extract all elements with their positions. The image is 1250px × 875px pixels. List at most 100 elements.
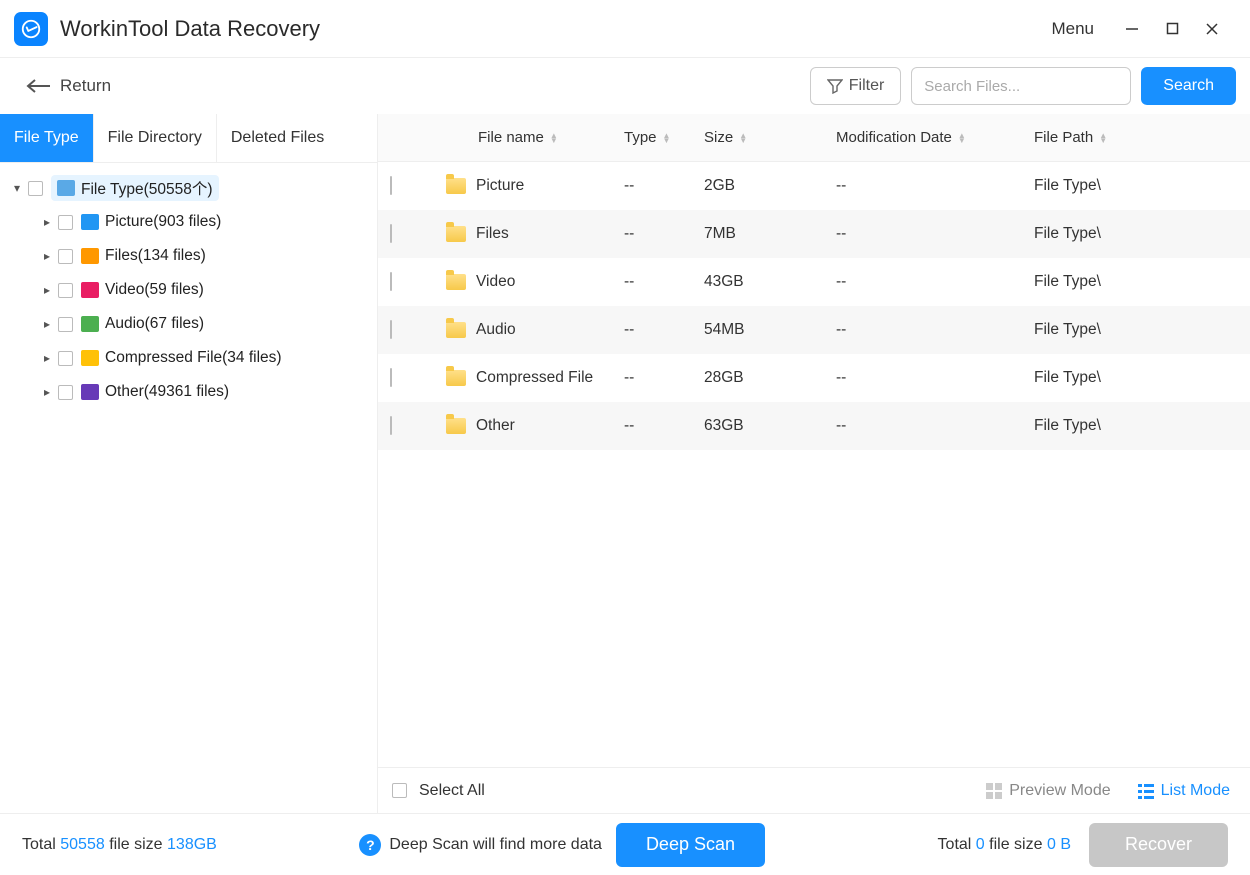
minimize-button[interactable] — [1112, 22, 1152, 36]
checkbox[interactable] — [390, 224, 392, 243]
menu-button[interactable]: Menu — [1051, 19, 1094, 39]
chevron-down-icon[interactable]: ▾ — [10, 181, 24, 195]
footer-selection-total: Total 0 file size 0 B — [938, 836, 1071, 854]
col-header-type[interactable]: Type ▲▼ — [612, 129, 692, 146]
grid-icon — [985, 782, 1003, 800]
cell-size: 28GB — [692, 369, 824, 387]
chevron-right-icon[interactable]: ▸ — [40, 215, 54, 229]
folder-icon — [446, 226, 466, 242]
checkbox[interactable] — [58, 351, 73, 366]
cell-name: Video — [476, 273, 515, 291]
sort-icon: ▲▼ — [1099, 133, 1107, 143]
sort-icon: ▲▼ — [550, 133, 558, 143]
recover-button[interactable]: Recover — [1089, 823, 1228, 867]
tab-file-type[interactable]: File Type — [0, 114, 94, 162]
cell-name: Picture — [476, 177, 524, 195]
tree-item-label: Other(49361 files) — [105, 383, 229, 401]
folder-icon — [446, 274, 466, 290]
checkbox[interactable] — [390, 416, 392, 435]
checkbox[interactable] — [58, 215, 73, 230]
sort-icon: ▲▼ — [663, 133, 671, 143]
tree-item[interactable]: ▸Picture(903 files) — [6, 205, 377, 239]
search-button[interactable]: Search — [1141, 67, 1236, 105]
list-mode-button[interactable]: List Mode — [1137, 782, 1230, 800]
sort-icon: ▲▼ — [739, 133, 747, 143]
cell-name: Compressed File — [476, 369, 593, 387]
checkbox[interactable] — [58, 249, 73, 264]
close-button[interactable] — [1192, 22, 1232, 36]
deep-scan-button[interactable]: Deep Scan — [616, 823, 765, 867]
select-all-label: Select All — [419, 782, 485, 800]
col-header-path-label: File Path — [1034, 129, 1093, 146]
sort-icon: ▲▼ — [958, 133, 966, 143]
chevron-right-icon[interactable]: ▸ — [40, 283, 54, 297]
folder-icon — [446, 178, 466, 194]
col-header-path[interactable]: File Path ▲▼ — [1022, 129, 1250, 146]
category-icon — [81, 282, 99, 298]
col-header-size-label: Size — [704, 129, 733, 146]
category-icon — [81, 350, 99, 366]
col-header-name[interactable]: File name ▲▼ — [434, 129, 612, 146]
chevron-right-icon[interactable]: ▸ — [40, 351, 54, 365]
checkbox[interactable] — [58, 317, 73, 332]
filter-button[interactable]: Filter — [810, 67, 902, 105]
tree-item-label: Files(134 files) — [105, 247, 206, 265]
cell-size: 43GB — [692, 273, 824, 291]
chevron-right-icon[interactable]: ▸ — [40, 385, 54, 399]
cell-path: File Type\ — [1022, 273, 1250, 291]
tree-item[interactable]: ▸ Video(59 files) — [6, 273, 377, 307]
tree-item[interactable]: ▸ Other(49361 files) — [6, 375, 377, 409]
checkbox[interactable] — [390, 176, 392, 195]
cell-date: -- — [824, 321, 1022, 339]
tree-item-label: Video(59 files) — [105, 281, 204, 299]
maximize-button[interactable] — [1152, 22, 1192, 35]
select-all-checkbox[interactable] — [392, 783, 407, 798]
tree-item[interactable]: ▸ Files(134 files) — [6, 239, 377, 273]
checkbox[interactable] — [28, 181, 43, 196]
cell-type: -- — [612, 417, 692, 435]
table-row[interactable]: Audio--54MB--File Type\ — [378, 306, 1250, 354]
tree-item-label: Compressed File(34 files) — [105, 349, 282, 367]
checkbox[interactable] — [390, 272, 392, 291]
cell-type: -- — [612, 321, 692, 339]
cell-name: Files — [476, 225, 509, 243]
close-icon — [1205, 22, 1219, 36]
checkbox[interactable] — [58, 385, 73, 400]
cell-size: 54MB — [692, 321, 824, 339]
preview-mode-button[interactable]: Preview Mode — [985, 782, 1110, 800]
category-icon — [81, 384, 99, 400]
cell-size: 2GB — [692, 177, 824, 195]
table-header: File name ▲▼ Type ▲▼ Size ▲▼ Modificatio… — [378, 114, 1250, 162]
cell-path: File Type\ — [1022, 225, 1250, 243]
cell-name: Other — [476, 417, 515, 435]
table-row[interactable]: Picture--2GB--File Type\ — [378, 162, 1250, 210]
chevron-right-icon[interactable]: ▸ — [40, 317, 54, 331]
table-row[interactable]: Files--7MB--File Type\ — [378, 210, 1250, 258]
table-row[interactable]: Video--43GB--File Type\ — [378, 258, 1250, 306]
col-header-size[interactable]: Size ▲▼ — [692, 129, 824, 146]
tab-file-directory[interactable]: File Directory — [94, 114, 217, 162]
checkbox[interactable] — [390, 368, 392, 387]
return-button[interactable]: Return — [26, 76, 111, 96]
search-input[interactable] — [911, 67, 1131, 105]
tree-root-label: File Type(50558个) — [81, 177, 213, 199]
col-header-date[interactable]: Modification Date ▲▼ — [824, 129, 1022, 146]
cell-date: -- — [824, 417, 1022, 435]
tree-item-label: Audio(67 files) — [105, 315, 204, 333]
sidebar-tabs: File Type File Directory Deleted Files — [0, 114, 377, 163]
chevron-right-icon[interactable]: ▸ — [40, 249, 54, 263]
tab-deleted-files[interactable]: Deleted Files — [217, 114, 338, 162]
tree-item[interactable]: ▸ Compressed File(34 files) — [6, 341, 377, 375]
category-icon — [81, 214, 99, 230]
tree-item[interactable]: ▸ Audio(67 files) — [6, 307, 377, 341]
cell-type: -- — [612, 273, 692, 291]
tree-root[interactable]: ▾ File Type(50558个) — [6, 171, 377, 205]
return-label: Return — [60, 76, 111, 96]
checkbox[interactable] — [390, 320, 392, 339]
list-icon — [1137, 782, 1155, 800]
checkbox[interactable] — [58, 283, 73, 298]
minimize-icon — [1125, 22, 1139, 36]
table-row[interactable]: Other--63GB--File Type\ — [378, 402, 1250, 450]
table-row[interactable]: Compressed File--28GB--File Type\ — [378, 354, 1250, 402]
filter-label: Filter — [849, 77, 885, 95]
